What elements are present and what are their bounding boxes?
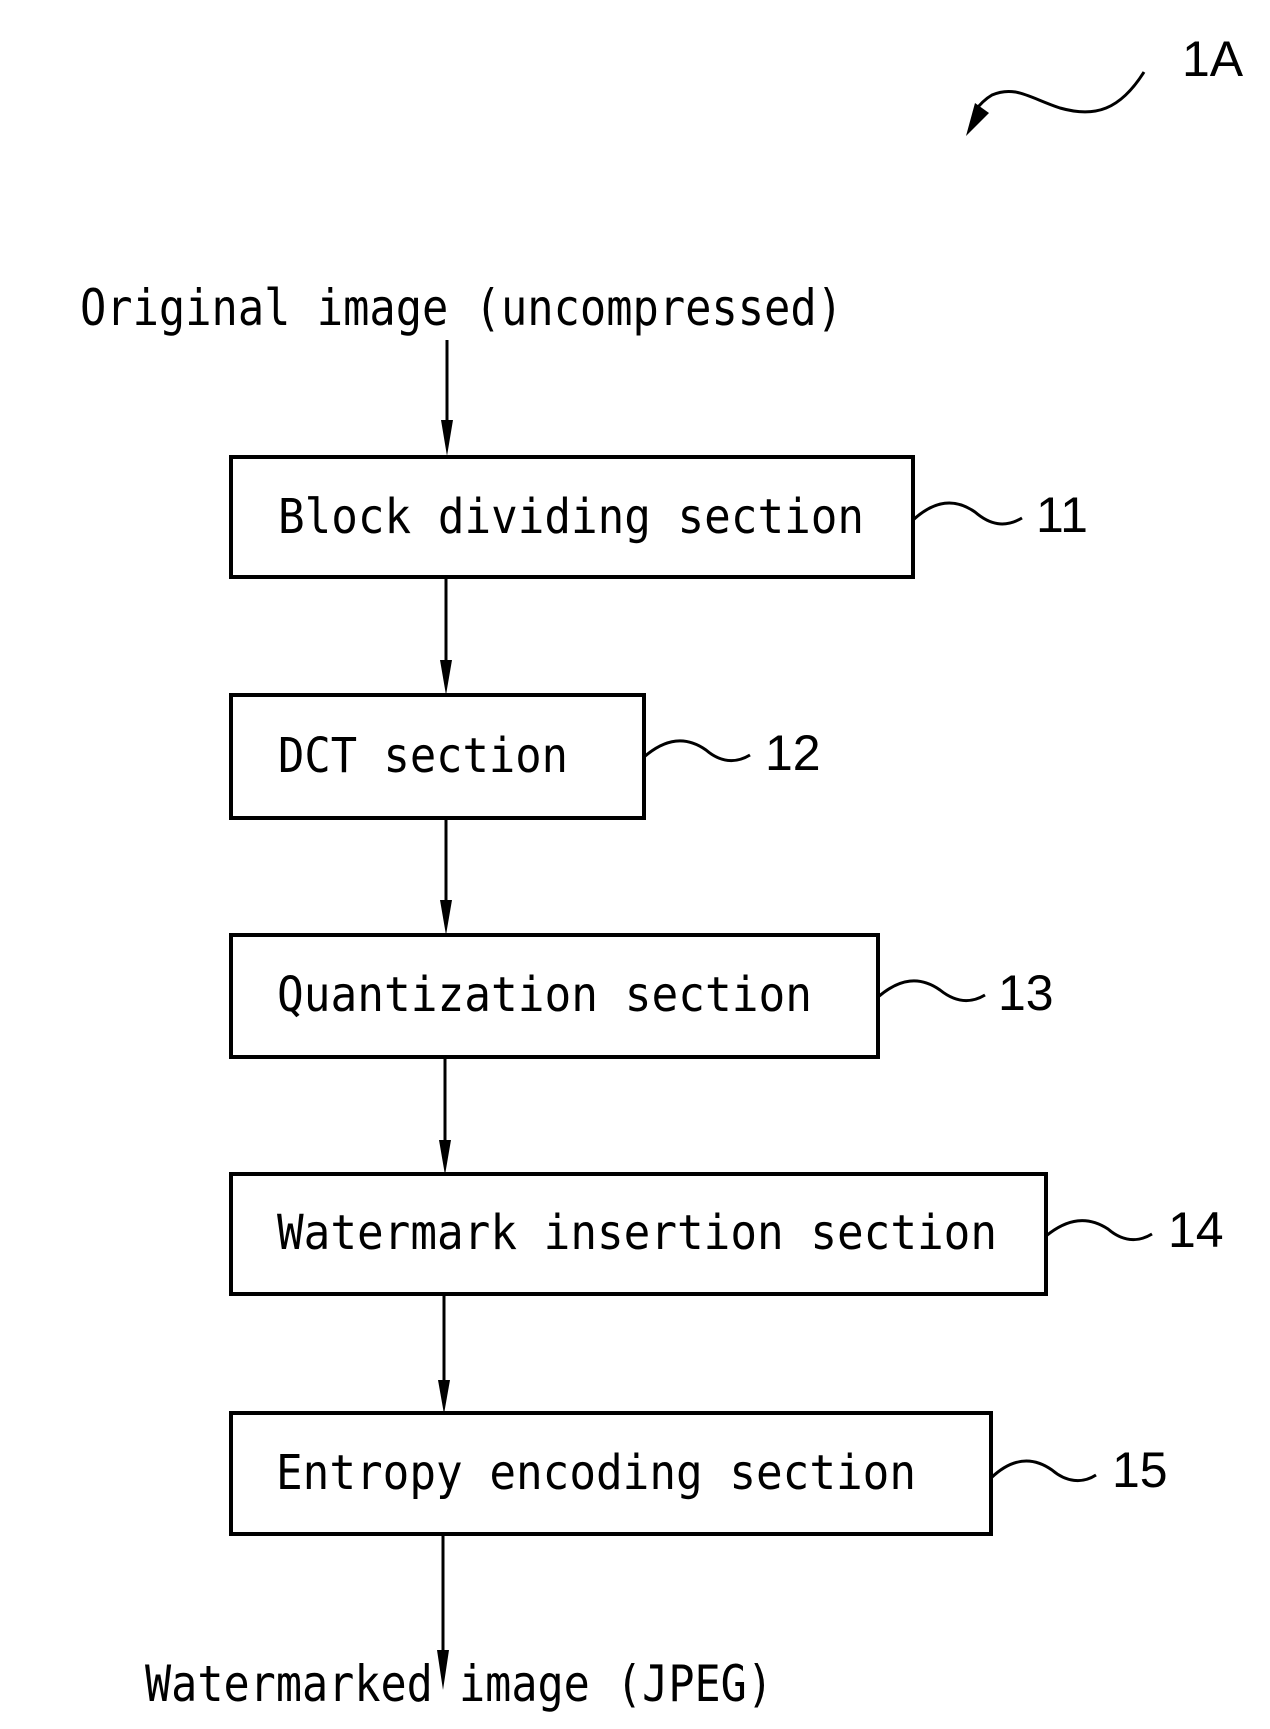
reference-leader (643, 739, 751, 763)
block-dividing-section: Block dividing section 11 (229, 455, 1088, 579)
arrowhead-icon (439, 1140, 451, 1175)
reference-number: 11 (1036, 487, 1088, 543)
reference-number: 15 (1112, 1442, 1168, 1498)
block-label: Quantization section (277, 967, 812, 1023)
block-label: Block dividing section (278, 489, 864, 545)
input-label: Original image (uncompressed) (80, 279, 843, 337)
figure-id-squiggle-arrow (972, 71, 1146, 114)
block-label: Entropy encoding section (276, 1445, 916, 1501)
reference-leader (911, 501, 1023, 526)
reference-number: 12 (765, 725, 821, 781)
block-label: DCT section (278, 728, 568, 784)
figure-id-marker: 1A (966, 31, 1244, 136)
output-label: Watermarked image (JPEG) (145, 1655, 773, 1713)
reference-leader (1045, 1219, 1153, 1242)
block-diagram: 1A Original image (uncompressed) Block d… (80, 31, 1244, 1713)
arrowhead-icon (440, 900, 452, 935)
reference-number: 14 (1168, 1202, 1224, 1258)
figure-id-label: 1A (1182, 31, 1244, 87)
arrowhead-icon (438, 1380, 450, 1414)
dct-section: DCT section 12 (229, 693, 821, 820)
entropy-encoding-section: Entropy encoding section 15 (229, 1411, 1168, 1536)
block-label: Watermark insertion section (277, 1205, 997, 1261)
arrowhead-icon (441, 420, 453, 456)
reference-number: 13 (998, 965, 1054, 1021)
reference-leader (989, 1459, 1097, 1483)
watermark-insertion-section: Watermark insertion section 14 (229, 1172, 1224, 1296)
reference-leader (877, 979, 986, 1003)
arrowhead-icon (440, 660, 452, 695)
figure-id-arrowhead-icon (966, 103, 989, 136)
quantization-section: Quantization section 13 (229, 933, 1054, 1059)
